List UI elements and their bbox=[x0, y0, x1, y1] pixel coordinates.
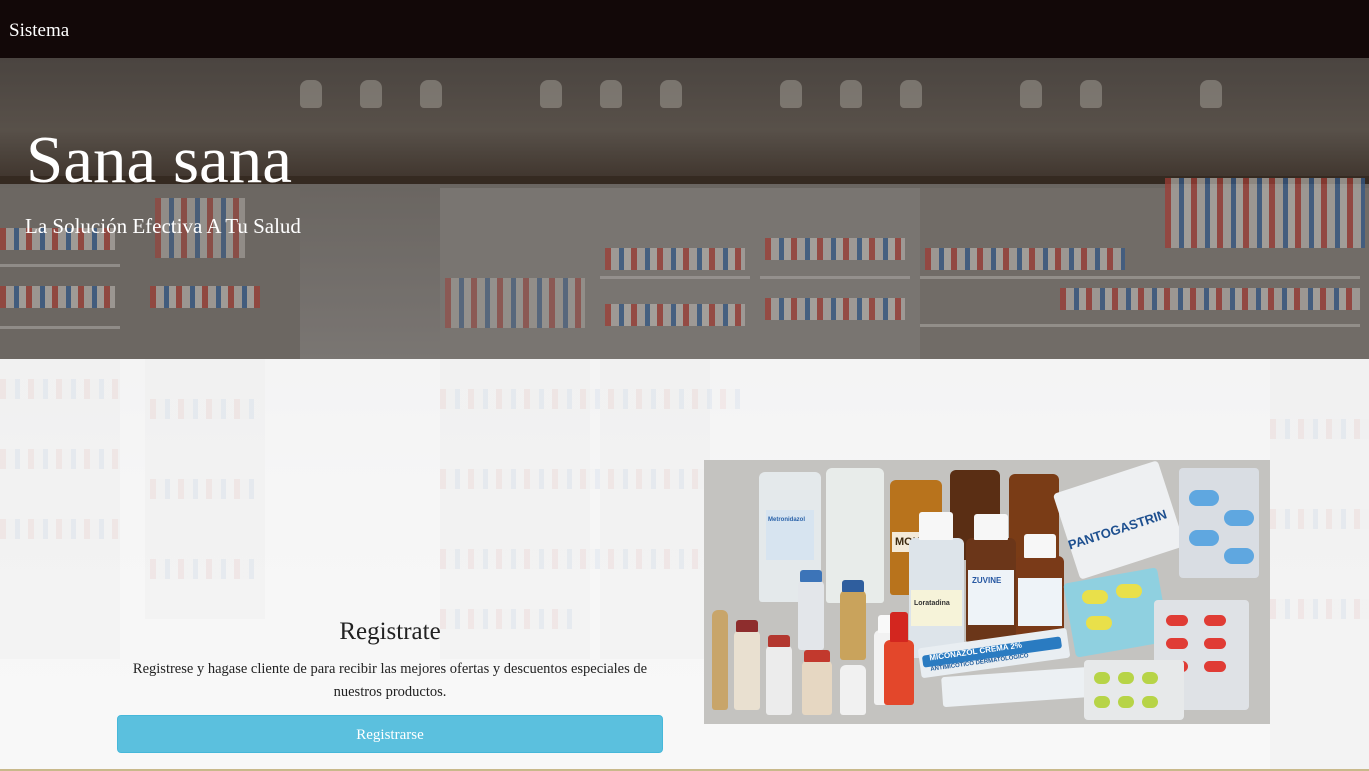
pill bbox=[1118, 696, 1134, 708]
bottle-label-text: ZUVINE bbox=[972, 576, 1002, 585]
bottle-cap bbox=[1024, 534, 1056, 558]
bottle-label bbox=[911, 590, 962, 626]
bottle-label bbox=[1018, 578, 1062, 626]
vial bbox=[840, 665, 866, 715]
navbar-brand-link[interactable]: Sistema bbox=[9, 19, 69, 43]
vial bbox=[840, 590, 866, 660]
register-title: Registrate bbox=[339, 618, 441, 645]
pill bbox=[1142, 672, 1158, 684]
pill bbox=[1166, 638, 1188, 649]
hero-overlay bbox=[0, 58, 1369, 359]
hero-title: Sana sana bbox=[26, 123, 293, 197]
cream-tube bbox=[941, 666, 1093, 708]
vial-cap bbox=[736, 620, 758, 632]
vial bbox=[802, 660, 832, 715]
dropper-bottle bbox=[884, 640, 914, 705]
pill bbox=[1094, 696, 1110, 708]
pill bbox=[1204, 661, 1226, 672]
register-button[interactable]: Registrarse bbox=[117, 715, 663, 753]
pill bbox=[1142, 696, 1158, 708]
pill bbox=[1204, 615, 1226, 626]
top-navbar: Sistema bbox=[0, 0, 1369, 58]
vial bbox=[766, 645, 792, 715]
vial bbox=[734, 630, 760, 710]
pill bbox=[1189, 490, 1219, 506]
vial-cap bbox=[842, 580, 864, 592]
pill bbox=[1082, 590, 1108, 604]
products-image: Metronidazol MOX Loratadina ZUVINE MICON… bbox=[704, 460, 1270, 724]
vial-cap bbox=[800, 570, 822, 582]
bottle-cap bbox=[919, 512, 953, 540]
hero-subtitle: La Solución Efectiva A Tu Salud bbox=[25, 214, 301, 238]
vial-cap bbox=[768, 635, 790, 647]
vial bbox=[798, 580, 824, 650]
bottle-cap bbox=[974, 514, 1008, 540]
pill bbox=[1204, 638, 1226, 649]
bottle-label-text: Metronidazol bbox=[768, 517, 805, 523]
pill bbox=[1116, 584, 1142, 598]
vial-cap bbox=[804, 650, 830, 662]
pill bbox=[1118, 672, 1134, 684]
pill bbox=[1224, 548, 1254, 564]
register-description: Registrese y hagase cliente de para reci… bbox=[132, 661, 648, 700]
pill bbox=[1094, 672, 1110, 684]
pill bbox=[1224, 510, 1254, 526]
pill bbox=[1086, 616, 1112, 630]
bottle-label-text: Loratadina bbox=[914, 600, 950, 607]
pill bbox=[1189, 530, 1219, 546]
dropper-cap bbox=[890, 612, 908, 642]
hero-banner: Sana sana La Solución Efectiva A Tu Salu… bbox=[0, 58, 1369, 359]
blister-pack bbox=[1084, 660, 1184, 720]
pill bbox=[1166, 615, 1188, 626]
ampoule bbox=[712, 610, 728, 710]
